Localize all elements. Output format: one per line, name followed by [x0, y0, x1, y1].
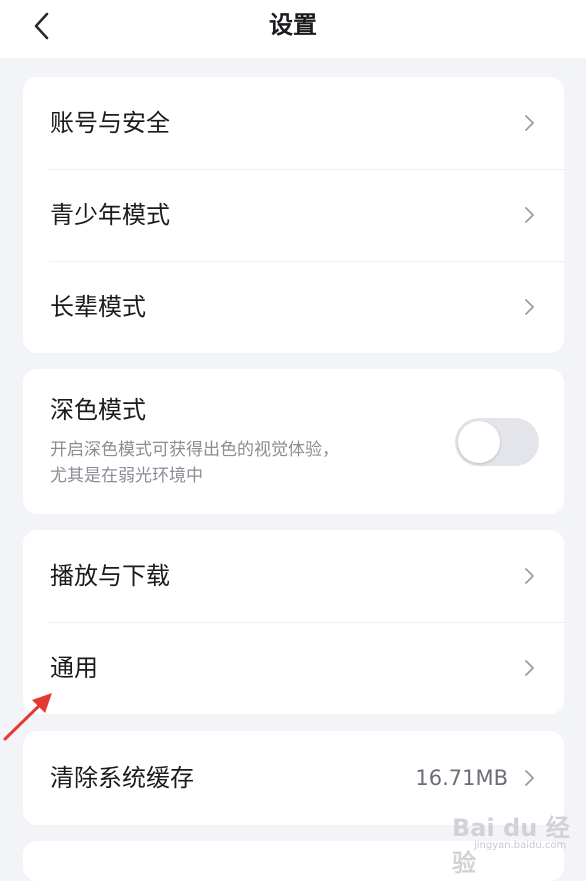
dark-mode-description-line: 开启深色模式可获得出色的视觉体验，	[50, 440, 339, 460]
settings-item-label: 播放与下载	[50, 562, 170, 590]
chevron-right-icon	[520, 567, 538, 585]
chevron-right-icon	[520, 769, 538, 787]
account-settings-card: 账号与安全 青少年模式 长辈模式	[23, 77, 564, 353]
chevron-right-icon	[520, 114, 538, 132]
settings-item-label: 账号与安全	[50, 109, 170, 137]
red-arrow-annotation	[3, 693, 52, 741]
dark-mode-toggle[interactable]	[455, 418, 539, 466]
settings-item-teen-mode[interactable]: 青少年模式	[23, 169, 564, 261]
cache-size-value: 16.71MB	[415, 766, 508, 790]
page-title: 设置	[269, 11, 317, 39]
toggle-knob	[458, 421, 500, 463]
chevron-right-icon	[520, 298, 538, 316]
settings-item-label: 长辈模式	[50, 293, 146, 321]
dark-mode-title: 深色模式	[50, 396, 146, 424]
general-settings-card: 播放与下载 通用	[23, 530, 564, 714]
settings-item-label: 清除系统缓存	[50, 764, 194, 792]
top-bar: 设置	[0, 0, 586, 58]
chevron-right-icon	[520, 206, 538, 224]
baidu-watermark-url: jingyan.baidu.com	[474, 840, 567, 851]
dark-mode-description: 开启深色模式可获得出色的视觉体验， 尤其是在弱光环境中	[50, 437, 420, 489]
settings-item-general[interactable]: 通用	[23, 622, 564, 714]
settings-item-account-security[interactable]: 账号与安全	[23, 77, 564, 169]
settings-item-label: 通用	[50, 654, 98, 682]
settings-item-playback-download[interactable]: 播放与下载	[23, 530, 564, 622]
settings-item-elder-mode[interactable]: 长辈模式	[23, 261, 564, 353]
dark-mode-description-line: 尤其是在弱光环境中	[50, 466, 203, 486]
dark-mode-card: 深色模式 开启深色模式可获得出色的视觉体验， 尤其是在弱光环境中	[23, 369, 564, 514]
chevron-right-icon	[520, 659, 538, 677]
settings-item-label: 青少年模式	[50, 201, 170, 229]
